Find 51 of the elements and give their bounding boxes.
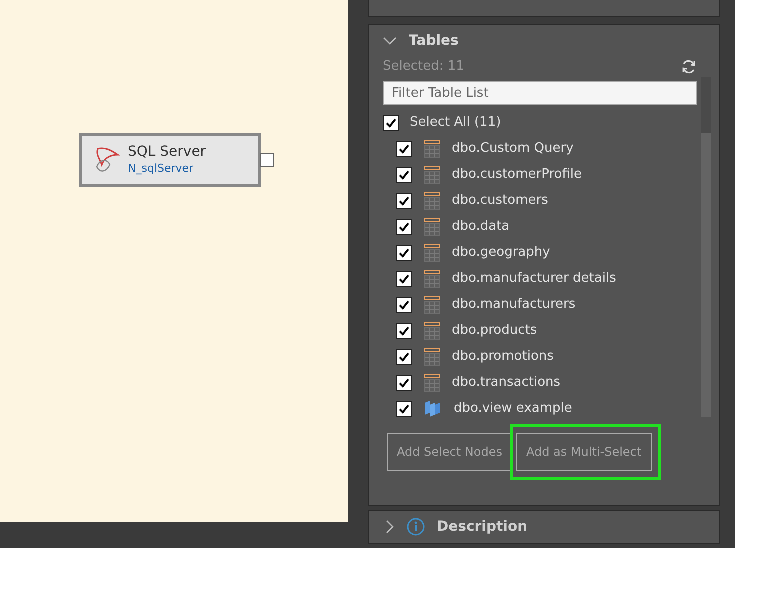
filter-field[interactable]: Filter Table List xyxy=(383,81,697,105)
table-name: dbo.customerProfile xyxy=(452,166,582,184)
action-button[interactable]: Add Select Nodes xyxy=(387,433,512,471)
selected-count: Selected: 11 xyxy=(383,58,464,76)
checkbox[interactable] xyxy=(396,375,412,391)
table-name: dbo.Custom Query xyxy=(452,140,574,158)
checkbox[interactable] xyxy=(396,219,412,235)
checkbox[interactable] xyxy=(396,297,412,313)
checkbox[interactable] xyxy=(396,245,412,261)
node-title: SQL Server xyxy=(128,144,206,162)
sql-server-node[interactable]: SQL Server N_sqlServer xyxy=(79,133,261,187)
table-name: dbo.data xyxy=(452,218,510,236)
table-icon xyxy=(424,270,440,288)
table-name: dbo.manufacturer details xyxy=(452,270,616,288)
info-icon xyxy=(407,518,425,536)
section-title: Description xyxy=(437,518,528,536)
checkbox[interactable] xyxy=(396,193,412,209)
table-name: dbo.products xyxy=(452,322,538,340)
chevron-icon[interactable] xyxy=(385,520,395,534)
checkbox[interactable] xyxy=(396,167,412,183)
table-icon xyxy=(424,166,440,184)
table-icon xyxy=(424,218,440,236)
table-name: dbo.geography xyxy=(452,244,550,262)
table-name: dbo.manufacturers xyxy=(452,296,576,314)
table-name: dbo.promotions xyxy=(452,348,554,366)
table-name: dbo.customers xyxy=(452,192,548,210)
output-port[interactable] xyxy=(260,153,274,167)
scrollbar[interactable] xyxy=(701,77,711,417)
table-icon xyxy=(424,296,440,314)
checkbox[interactable] xyxy=(396,141,412,157)
checkbox[interactable] xyxy=(383,115,399,131)
table-icon xyxy=(424,322,440,340)
section-title: Tables xyxy=(409,32,459,50)
action-button[interactable]: Add as Multi-Select xyxy=(516,433,652,471)
table-icon xyxy=(424,192,440,210)
select-all-label: Select All (11) xyxy=(410,114,502,132)
table-icon xyxy=(424,244,440,262)
table-icon xyxy=(424,348,440,366)
node-subtitle: N_sqlServer xyxy=(128,162,195,176)
checkbox[interactable] xyxy=(396,323,412,339)
checkbox[interactable] xyxy=(396,271,412,287)
checkbox[interactable] xyxy=(396,401,412,417)
view-icon xyxy=(424,400,442,418)
table-icon xyxy=(424,374,440,392)
server-icon xyxy=(94,145,120,175)
table-name: dbo.view example xyxy=(454,400,572,418)
chevron-icon[interactable] xyxy=(383,36,397,46)
table-name: dbo.transactions xyxy=(452,374,561,392)
refresh-icon[interactable] xyxy=(681,59,697,75)
checkbox[interactable] xyxy=(396,349,412,365)
table-icon xyxy=(424,140,440,158)
